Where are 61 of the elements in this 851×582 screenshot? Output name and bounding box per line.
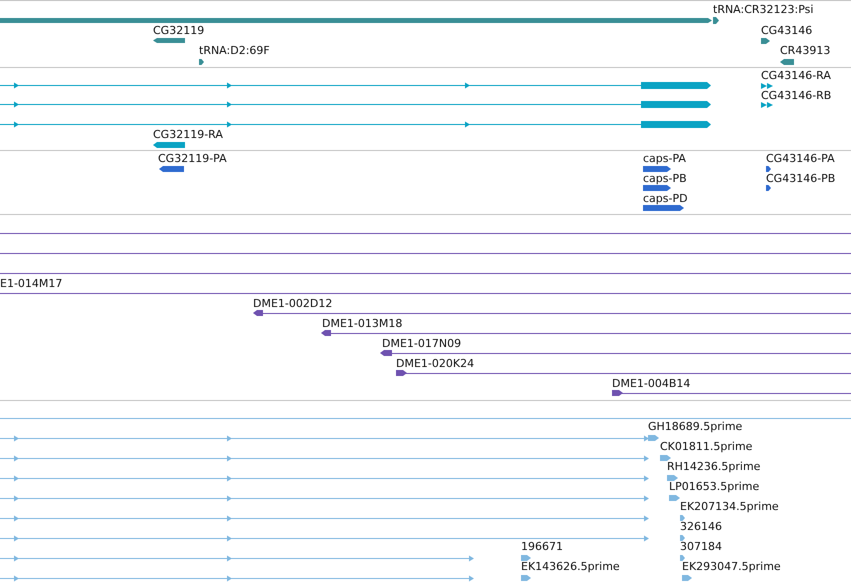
feature-arrow-icon: [766, 185, 771, 191]
feature-label: tRNA:CR32123:Psi: [713, 3, 814, 16]
feature-label: CG32119-PA: [158, 152, 227, 165]
feature-label: caps-PA: [643, 152, 686, 165]
feature-label: 326146: [680, 520, 722, 533]
feature-arrow-icon: [321, 330, 331, 336]
feature-label: 307184: [680, 540, 722, 553]
feature-arrow-icon: [643, 205, 684, 211]
feature-label: DME1-002D12: [253, 297, 332, 310]
feature-label: 196671: [521, 540, 563, 553]
feature-arrow-icon: [612, 390, 623, 396]
feature-label: CG43146: [761, 24, 812, 37]
feature-label: EK293047.5prime: [682, 560, 781, 573]
feature-arrow-icon: [159, 166, 184, 172]
feature-label: CG32119: [153, 24, 204, 37]
feature-label: CR43913: [780, 44, 830, 57]
feature-label: DME1-020K24: [396, 357, 474, 370]
feature-arrow-icon: [153, 142, 185, 148]
feature-arrow-icon: [680, 555, 685, 561]
feature-arrow-icon: [199, 59, 204, 65]
feature-label: CG43146-PA: [766, 152, 835, 165]
feature-arrow-icon: [680, 515, 685, 521]
feature-label: DME1-017N09: [382, 337, 462, 350]
feature-label: DME1-013M18: [322, 317, 402, 330]
feature-arrow-icon: [660, 455, 671, 461]
feature-label: caps-PD: [643, 192, 688, 205]
feature-arrow-icon: [761, 38, 770, 44]
feature-label: CG43146-PB: [766, 172, 836, 185]
feature-arrow-icon: [761, 83, 773, 89]
feature-label: tRNA:D2:69F: [199, 44, 270, 57]
feature-arrow-icon: [682, 575, 692, 581]
feature-label: LP01653.5prime: [669, 480, 760, 493]
feature-arrow-icon: [766, 166, 771, 172]
feature-arrow-icon: [780, 59, 794, 65]
feature-arrow-icon: [667, 475, 678, 481]
feature-label: RH14236.5prime: [667, 460, 760, 473]
feature-arrow-icon: [380, 350, 392, 356]
feature-label: caps-PB: [643, 172, 687, 185]
feature-arrow-icon: [643, 185, 671, 191]
feature-arrow-icon: [521, 555, 531, 561]
feature-label: CG32119-RA: [153, 128, 223, 141]
feature-arrow-icon: [680, 535, 685, 541]
feature-arrow-icon: [643, 166, 671, 172]
feature-arrow-icon: [521, 575, 531, 581]
feature-arrow-icon: [761, 102, 773, 108]
feature-arrow-icon: [396, 370, 407, 376]
feature-arrow-icon: [641, 101, 711, 108]
feature-label: DME1-004B14: [612, 377, 690, 390]
feature-label: CG43146-RA: [761, 69, 831, 82]
feature-label: E1-014M17: [0, 277, 62, 290]
feature-arrow-icon: [253, 310, 263, 316]
feature-arrow-icon: [641, 82, 711, 89]
feature-label: EK207134.5prime: [680, 500, 779, 513]
feature-label: CK01811.5prime: [660, 440, 752, 453]
feature-label: GH18689.5prime: [648, 420, 742, 433]
feature-arrow-icon: [648, 435, 659, 441]
feature-label: CG43146-RB: [761, 89, 832, 102]
feature-arrow-icon: [641, 121, 711, 128]
feature-label: EK143626.5prime: [521, 560, 620, 573]
feature-arrow-icon: [153, 38, 185, 43]
feature-arrow-icon: [669, 495, 680, 501]
